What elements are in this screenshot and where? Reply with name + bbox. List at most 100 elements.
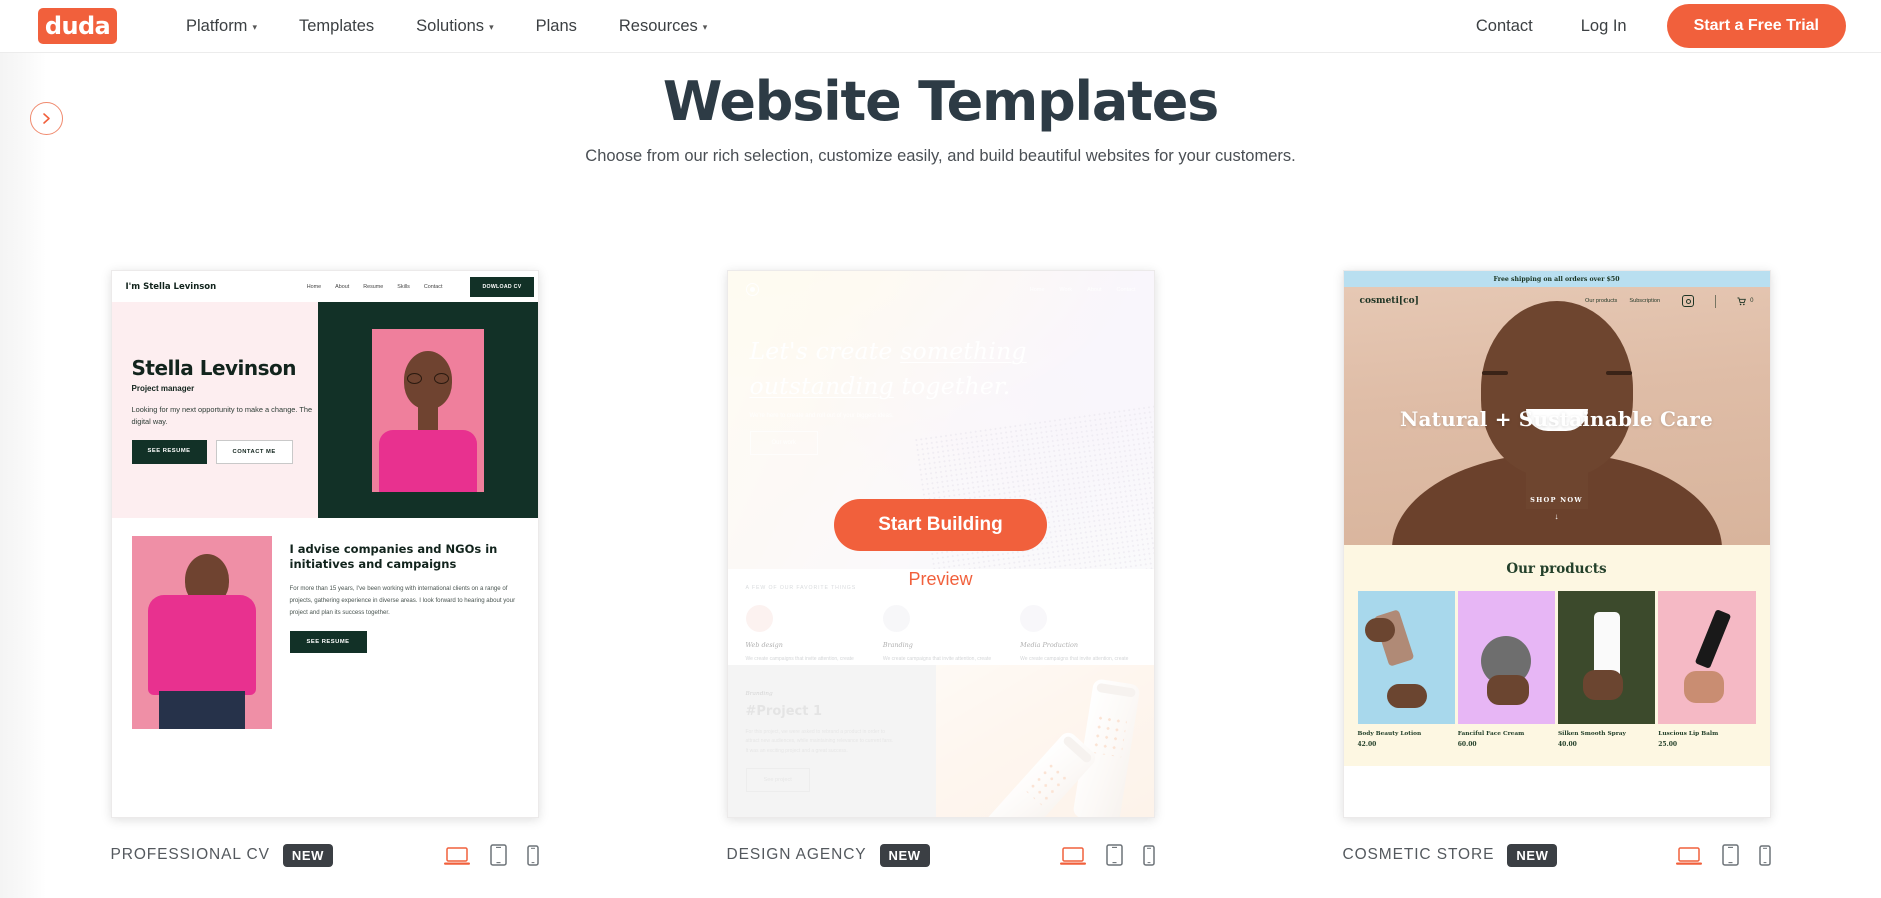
product-price: 42.00 [1357, 741, 1377, 748]
product-image [1558, 591, 1656, 724]
page-title: Website Templates [662, 70, 1219, 133]
product-image [1457, 591, 1555, 724]
cv-see-resume-button: SEE RESUME [131, 439, 207, 464]
template-card[interactable]: Free shipping on all orders over $50 cos… [1342, 270, 1771, 870]
template-footer: DESIGN AGENCY NEW [727, 840, 1155, 870]
nav-item-platform[interactable]: Platform ▾ [165, 17, 278, 36]
new-badge: NEW [282, 843, 333, 867]
cv-preview-nav: I'm Stella Levinson Home About Resume Sk… [111, 271, 538, 302]
template-footer: COSMETIC STORE NEW [1343, 840, 1771, 870]
product-name: Silken Smooth Spray [1558, 731, 1626, 737]
cv-download-button: DOWLOAD CV [470, 276, 534, 297]
arrow-down-icon: ↓ [1554, 512, 1559, 521]
product-image [1357, 591, 1455, 724]
template-footer: PROFESSIONAL CV NEW [111, 840, 539, 870]
device-switcher [1059, 844, 1155, 866]
cosmetic-nav-links: Our products Subscription 0 [1585, 294, 1754, 308]
cosmetic-hero-heading: Natural + Sustainable Care [1400, 407, 1713, 431]
cosmetic-products-section: Our products Body Beauty Lotion 42.00 Fa [1343, 545, 1770, 766]
template-name: DESIGN AGENCY [726, 846, 867, 863]
shop-now-label: SHOP NOW [1530, 496, 1583, 504]
start-building-button[interactable]: Start Building [834, 498, 1047, 551]
nav-item-plans[interactable]: Plans [515, 17, 598, 36]
cv-about-button: SEE RESUME [289, 631, 367, 654]
main-nav-links: Platform ▾ Templates Solutions ▾ Plans R… [165, 17, 728, 36]
cv-nav-link: Skills [397, 283, 410, 290]
product-price: 40.00 [1558, 741, 1577, 748]
preview-link[interactable]: Preview [908, 569, 972, 590]
start-free-trial-button[interactable]: Start a Free Trial [1666, 4, 1846, 48]
cosmetic-hero: cosmeti[co] Our products Subscription 0 … [1343, 287, 1770, 545]
page-subtitle: Choose from our rich selection, customiz… [585, 147, 1296, 165]
template-card[interactable]: Home Work About Contact Let's create som… [726, 270, 1155, 870]
cosmetic-nav-link: Subscription [1629, 298, 1661, 304]
product-image [1658, 591, 1756, 724]
top-navigation-bar: duda Platform ▾ Templates Solutions ▾ Pl… [0, 0, 1881, 53]
products-heading: Our products [1506, 561, 1607, 577]
cv-hero-name: Stella Levinson [131, 356, 297, 381]
chevron-down-icon: ▾ [702, 21, 708, 32]
product-name: Fanciful Face Cream [1457, 731, 1525, 737]
tablet-icon[interactable] [489, 844, 507, 866]
device-switcher [443, 844, 539, 866]
nav-item-resources[interactable]: Resources ▾ [598, 17, 728, 36]
product-price: 60.00 [1457, 741, 1477, 748]
cosmetic-preview-nav: cosmeti[co] Our products Subscription 0 [1344, 287, 1770, 315]
nav-label: Templates [298, 16, 375, 35]
cv-about-body: For more than 15 years, I've been workin… [289, 584, 516, 616]
cosmetic-shipping-bar: Free shipping on all orders over $50 [1343, 271, 1770, 287]
cv-hero-text: Stella Levinson Project manager Looking … [111, 302, 319, 518]
nav-item-contact[interactable]: Contact [1452, 17, 1557, 36]
cv-about-photo [131, 536, 272, 729]
template-grid: I'm Stella Levinson Home About Resume Sk… [0, 270, 1881, 870]
new-badge: NEW [1507, 843, 1558, 867]
chevron-down-icon: ▾ [489, 21, 494, 32]
mobile-icon[interactable] [1758, 845, 1771, 866]
desktop-icon[interactable] [443, 847, 470, 866]
cv-hero-text-body: Looking for my next opportunity to make … [131, 405, 313, 426]
nav-item-solutions[interactable]: Solutions ▾ [395, 17, 514, 36]
product-item: Fanciful Face Cream 60.00 [1457, 591, 1555, 748]
cosmetic-shop-now: SHOP NOW ↓ [1344, 489, 1770, 521]
cv-about-text: I advise companies and NGOs in initiativ… [289, 536, 518, 729]
mobile-icon[interactable] [1142, 845, 1155, 866]
nav-label: Platform [186, 16, 248, 35]
new-badge: NEW [879, 843, 930, 867]
template-card[interactable]: I'm Stella Levinson Home About Resume Sk… [110, 270, 539, 870]
cv-brand: I'm Stella Levinson [125, 281, 217, 292]
desktop-icon[interactable] [1675, 847, 1702, 866]
tablet-icon[interactable] [1721, 844, 1739, 866]
product-name: Luscious Lip Balm [1658, 731, 1719, 737]
nav-item-templates[interactable]: Templates [278, 17, 395, 36]
cv-about-heading: I advise companies and NGOs in initiativ… [289, 542, 498, 572]
template-thumbnail[interactable]: Free shipping on all orders over $50 cos… [1342, 270, 1771, 818]
cv-nav-link: Resume [363, 283, 384, 290]
template-thumbnail[interactable]: I'm Stella Levinson Home About Resume Sk… [110, 270, 539, 818]
product-price: 25.00 [1658, 741, 1678, 748]
tablet-icon[interactable] [1105, 844, 1123, 866]
nav-label: Plans [535, 16, 577, 35]
nav-label: Solutions [416, 16, 485, 35]
cv-nav-links: Home About Resume Skills Contact DOWLOAD… [306, 276, 538, 297]
cv-hero-buttons: SEE RESUME CONTACT ME [131, 439, 319, 464]
template-name: COSMETIC STORE [1342, 846, 1495, 863]
cv-nav-link: About [335, 283, 350, 290]
cv-about-section: I advise companies and NGOs in initiativ… [111, 518, 538, 729]
chevron-down-icon: ▾ [252, 21, 257, 32]
desktop-icon[interactable] [1059, 847, 1086, 866]
cosmetic-nav-link: Our products [1585, 298, 1618, 304]
product-item: Luscious Lip Balm 25.00 [1658, 591, 1756, 748]
duda-logo[interactable]: duda [38, 8, 117, 44]
nav-label: Resources [618, 16, 698, 35]
template-thumbnail[interactable]: Home Work About Contact Let's create som… [726, 270, 1155, 818]
mobile-icon[interactable] [526, 845, 539, 866]
cv-nav-link: Home [306, 283, 322, 290]
product-item: Body Beauty Lotion 42.00 [1357, 591, 1455, 748]
nav-item-login[interactable]: Log In [1557, 17, 1651, 36]
cv-nav-link: Contact [423, 283, 443, 290]
template-name: PROFESSIONAL CV [110, 846, 270, 863]
cart-icon: 0 [1737, 296, 1754, 306]
template-hover-overlay: Start Building Preview [727, 271, 1154, 817]
product-row: Body Beauty Lotion 42.00 Fanciful Face C… [1357, 591, 1756, 748]
cv-hero-role: Project manager [131, 384, 195, 394]
